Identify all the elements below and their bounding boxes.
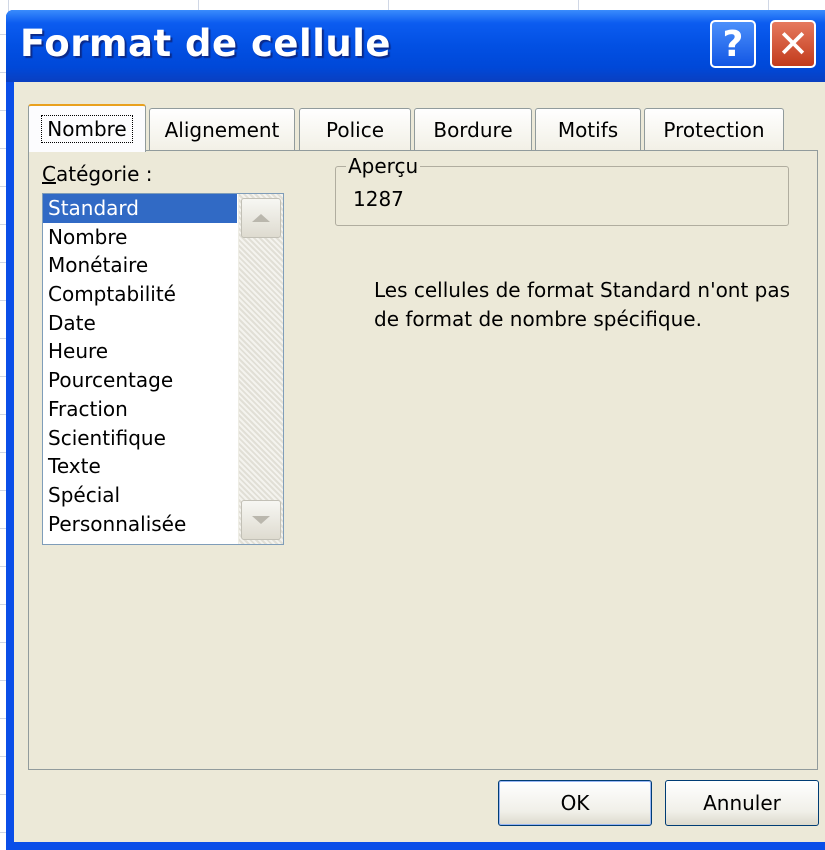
- list-item-nombre[interactable]: Nombre: [43, 223, 237, 252]
- list-item-standard[interactable]: Standard: [43, 194, 237, 223]
- dialog-body: Nombre Alignement Police Bordure Motifs …: [14, 82, 825, 842]
- format-cells-dialog: Format de cellule ? ✕ Nombre Alignement …: [6, 10, 825, 850]
- tab-label: Alignement: [164, 117, 280, 142]
- cancel-button[interactable]: Annuler: [665, 780, 819, 826]
- tab-label: Police: [326, 117, 384, 142]
- tab-protection[interactable]: Protection: [644, 108, 784, 150]
- dialog-title: Format de cellule: [20, 22, 392, 65]
- scroll-down-button[interactable]: [241, 500, 281, 540]
- arrow-down-icon: [252, 516, 270, 524]
- tab-label: Protection: [663, 117, 765, 142]
- tab-police[interactable]: Police: [299, 108, 411, 150]
- tab-label: Nombre: [41, 115, 133, 143]
- list-item-fraction[interactable]: Fraction: [43, 395, 237, 424]
- category-label-mnemonic: C: [42, 162, 56, 186]
- list-item-monetaire[interactable]: Monétaire: [43, 251, 237, 280]
- help-button[interactable]: ?: [710, 20, 756, 68]
- list-item-date[interactable]: Date: [43, 309, 237, 338]
- close-icon: ✕: [777, 22, 809, 66]
- tab-alignement[interactable]: Alignement: [149, 108, 295, 150]
- list-item-special[interactable]: Spécial: [43, 481, 237, 510]
- category-listbox[interactable]: Standard Nombre Monétaire Comptabilité D…: [42, 193, 284, 545]
- preview-value: 1287: [353, 187, 404, 211]
- tab-label: Bordure: [433, 117, 513, 142]
- list-item-comptabilite[interactable]: Comptabilité: [43, 280, 237, 309]
- list-item-heure[interactable]: Heure: [43, 337, 237, 366]
- category-scrollbar[interactable]: [238, 194, 283, 544]
- category-label-text: atégorie :: [55, 162, 153, 186]
- list-item-pourcentage[interactable]: Pourcentage: [43, 366, 237, 395]
- title-bar[interactable]: Format de cellule ? ✕: [6, 10, 825, 82]
- close-button[interactable]: ✕: [770, 20, 816, 68]
- preview-label: Aperçu: [346, 154, 421, 178]
- list-item-texte[interactable]: Texte: [43, 452, 237, 481]
- list-item-scientifique[interactable]: Scientifique: [43, 424, 237, 453]
- help-icon: ?: [722, 23, 744, 65]
- tab-motifs[interactable]: Motifs: [535, 108, 641, 150]
- arrow-up-icon: [252, 214, 270, 222]
- tab-bordure[interactable]: Bordure: [414, 108, 532, 150]
- category-label: Catégorie :: [42, 162, 152, 186]
- list-item-personnalisee[interactable]: Personnalisée: [43, 510, 237, 539]
- preview-groupbox: Aperçu 1287: [335, 154, 789, 226]
- ok-button[interactable]: OK: [498, 780, 652, 826]
- format-description: Les cellules de format Standard n'ont pa…: [374, 278, 791, 331]
- tab-nombre[interactable]: Nombre: [28, 104, 146, 152]
- tab-panel-nombre: Catégorie : Standard Nombre Monétaire Co…: [28, 150, 818, 770]
- tab-label: Motifs: [557, 117, 619, 142]
- scroll-up-button[interactable]: [241, 198, 281, 238]
